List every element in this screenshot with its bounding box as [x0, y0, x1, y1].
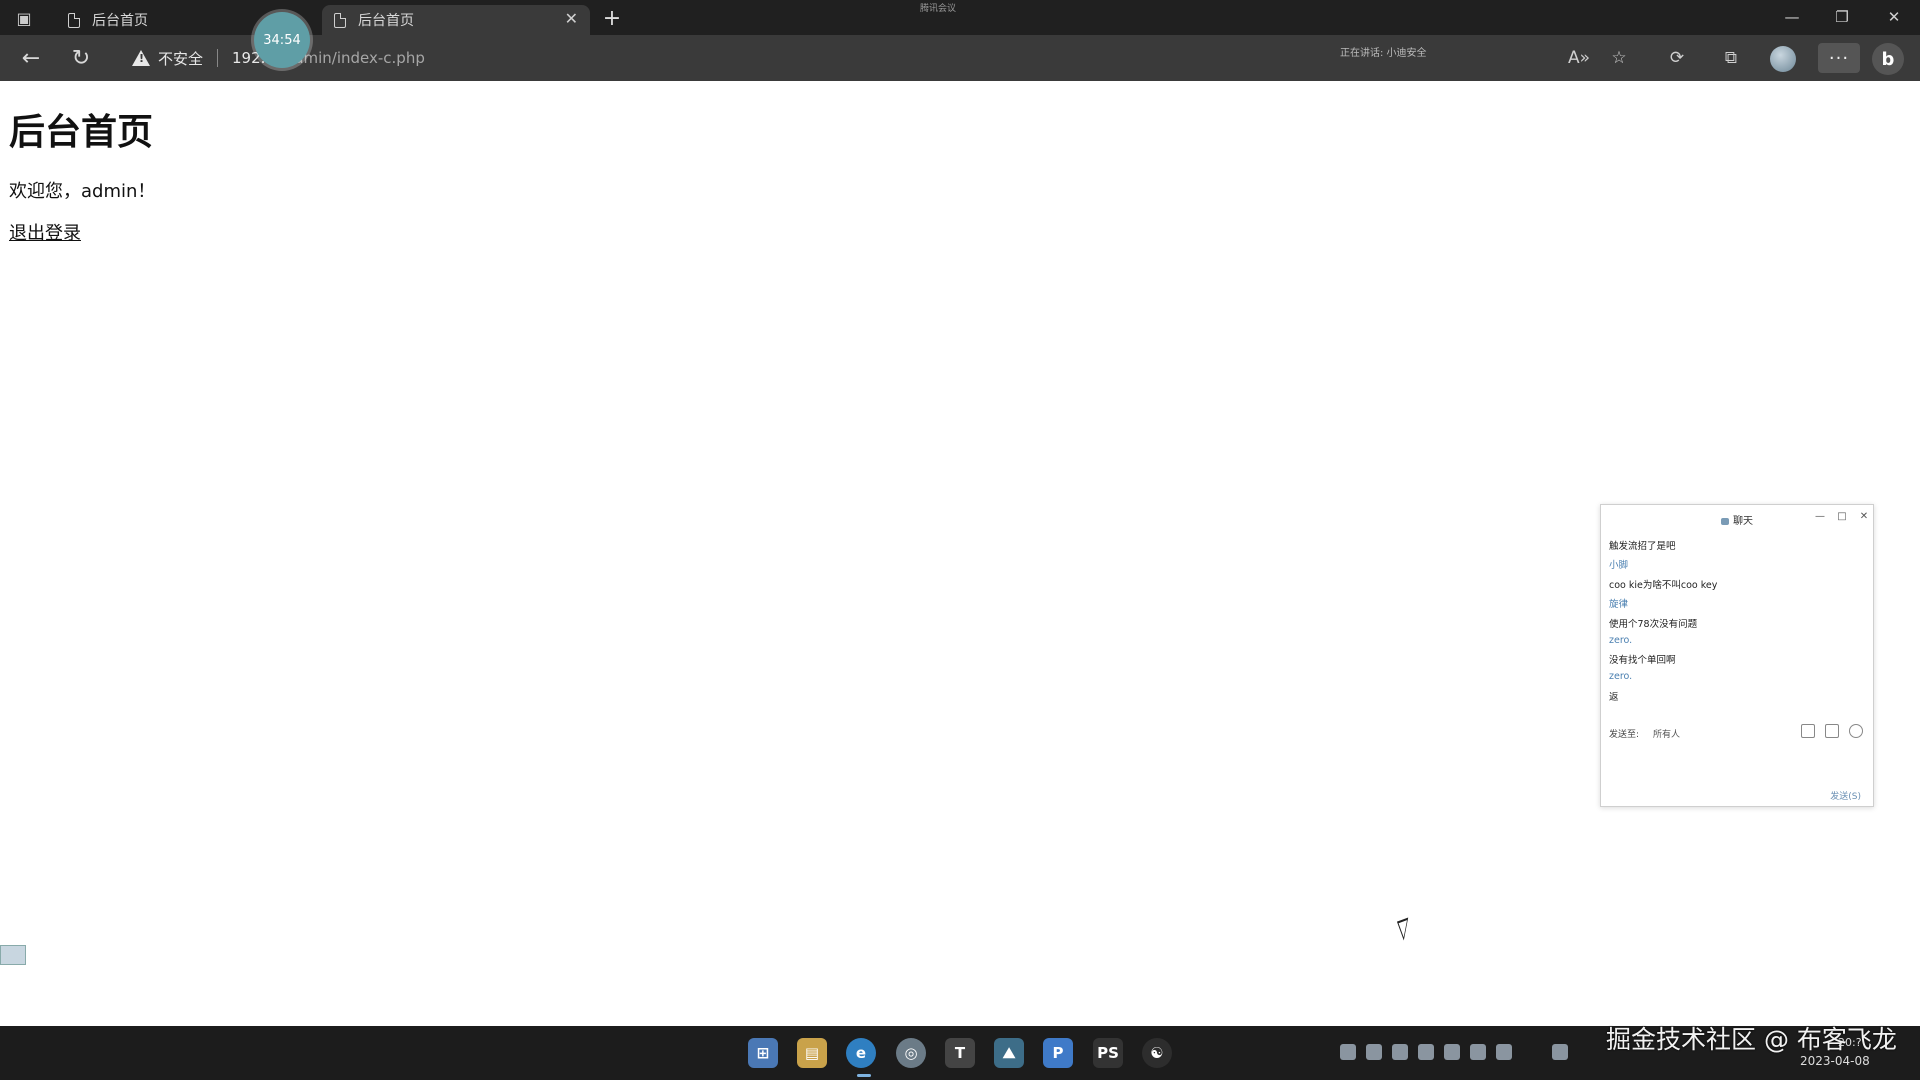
- bing-icon[interactable]: b: [1872, 43, 1904, 75]
- close-icon[interactable]: ✕: [1857, 509, 1871, 523]
- tray-icon[interactable]: [1444, 1044, 1460, 1060]
- tray-icon[interactable]: [1366, 1044, 1382, 1060]
- chat-sender: 小脚: [1609, 560, 1629, 571]
- file-explorer-icon[interactable]: ▤: [797, 1038, 827, 1068]
- read-aloud-icon[interactable]: A»: [1566, 45, 1592, 71]
- photos-icon[interactable]: ⛰: [994, 1038, 1024, 1068]
- tray-icon[interactable]: [1392, 1044, 1408, 1060]
- send-to-dropdown[interactable]: 所有人: [1653, 727, 1680, 740]
- divider: [217, 49, 219, 67]
- chat-message: coo kie为啥不叫coo key: [1609, 580, 1718, 591]
- favorite-star-icon[interactable]: ☆: [1606, 45, 1632, 71]
- typora-icon[interactable]: T: [945, 1038, 975, 1068]
- chat-sender: 旋律: [1609, 599, 1629, 610]
- tray-icon[interactable]: [1496, 1044, 1512, 1060]
- page-icon: [334, 12, 346, 28]
- tab-active[interactable]: 后台首页 ✕: [322, 5, 590, 35]
- edge-icon[interactable]: e: [846, 1038, 876, 1068]
- address-bar[interactable]: 不安全 192..7/admin/index-c.php: [120, 41, 1510, 75]
- chat-sender: zero.: [1609, 635, 1633, 646]
- more-menu-icon[interactable]: ···: [1818, 43, 1860, 73]
- maximize-icon[interactable]: □: [1835, 509, 1849, 523]
- tray-icon[interactable]: [1340, 1044, 1356, 1060]
- meeting-indicator: 腾讯会议: [920, 4, 957, 14]
- warning-icon: [132, 50, 150, 66]
- app-icon[interactable]: ☯: [1142, 1038, 1172, 1068]
- send-button[interactable]: 发送(S): [1830, 789, 1861, 802]
- user-icon[interactable]: [1849, 724, 1863, 738]
- chat-message: 触发流招了是吧: [1609, 541, 1676, 552]
- chrome-icon[interactable]: ◎: [896, 1038, 926, 1068]
- close-tab-icon[interactable]: ✕: [565, 9, 578, 28]
- chat-title: 聊天: [1721, 512, 1753, 527]
- refresh-icon[interactable]: ↻: [66, 43, 96, 73]
- clock-date[interactable]: 2023-04-08: [1800, 1054, 1870, 1068]
- tray-icon[interactable]: [1418, 1044, 1434, 1060]
- recording-timer: 34:54: [254, 12, 310, 68]
- page-title: 后台首页: [9, 112, 154, 153]
- chat-window: 聊天 — □ ✕ 触发流招了是吧 小脚 coo kie为啥不叫coo key 旋…: [1600, 504, 1874, 807]
- phpstorm-icon[interactable]: PS: [1093, 1038, 1123, 1068]
- p-app-icon[interactable]: P: [1043, 1038, 1073, 1068]
- new-tab-button[interactable]: +: [598, 4, 626, 32]
- start-icon[interactable]: ⊞: [748, 1038, 778, 1068]
- chat-message: 使用个78次没有问题: [1609, 619, 1698, 630]
- restore-button[interactable]: ❐: [1827, 6, 1857, 28]
- tab-label: 后台首页: [358, 13, 414, 29]
- profile-avatar[interactable]: [1770, 46, 1796, 72]
- chat-message: 返: [1609, 692, 1619, 703]
- thumbnail: [0, 945, 26, 965]
- logout-link[interactable]: 退出登录: [9, 219, 81, 245]
- page-content: 后台首页 欢迎您，admin！ 退出登录 聊天 — □ ✕ 触发流招了是吧 小脚…: [0, 81, 1920, 1026]
- screenshot-icon[interactable]: [1825, 724, 1839, 738]
- security-status[interactable]: 不安全: [158, 48, 203, 69]
- minimize-icon[interactable]: —: [1813, 509, 1827, 523]
- clock-time[interactable]: 20:?: [1838, 1036, 1862, 1049]
- collections-icon[interactable]: ⧉: [1718, 45, 1744, 71]
- active-indicator: [857, 1074, 871, 1077]
- tray-icon[interactable]: [1552, 1044, 1568, 1060]
- tab-label: 后台首页: [92, 13, 148, 29]
- tray-icon[interactable]: [1470, 1044, 1486, 1060]
- speaking-indicator: 正在讲话: 小迪安全: [1340, 48, 1427, 59]
- tab-actions-icon[interactable]: ▣: [10, 6, 38, 30]
- close-window-button[interactable]: ✕: [1879, 6, 1909, 28]
- send-to-label: 发送至:: [1609, 730, 1640, 740]
- back-arrow-icon[interactable]: ←: [16, 43, 46, 73]
- page-icon: [68, 12, 80, 28]
- extensions-icon[interactable]: ⟳: [1664, 45, 1690, 71]
- chat-message: 没有找个单回啊: [1609, 655, 1676, 666]
- file-icon[interactable]: [1801, 724, 1815, 738]
- welcome-text: 欢迎您，admin！: [9, 181, 156, 202]
- chat-sender: zero.: [1609, 671, 1633, 682]
- mouse-cursor-icon: [1396, 917, 1416, 941]
- minimize-button[interactable]: —: [1777, 6, 1807, 28]
